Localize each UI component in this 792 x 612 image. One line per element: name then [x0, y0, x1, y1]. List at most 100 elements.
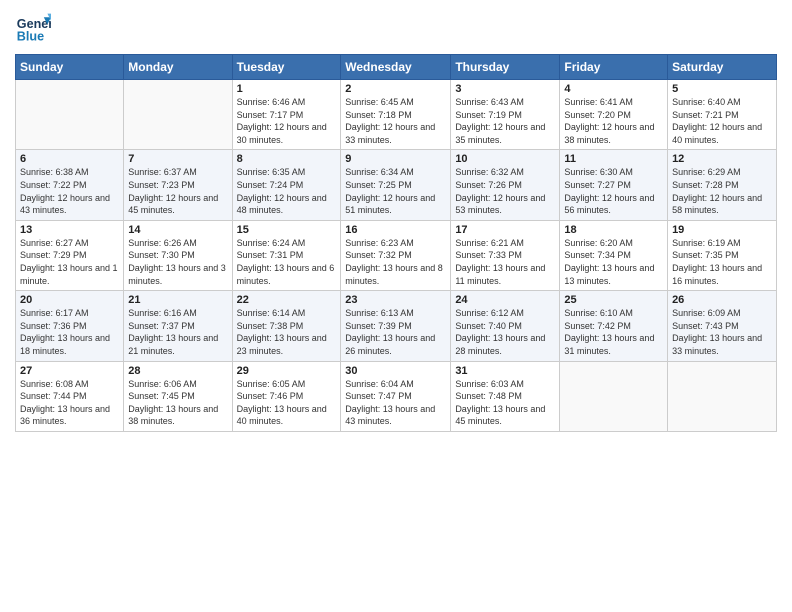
day-info: Sunrise: 6:37 AM Sunset: 7:23 PM Dayligh… [128, 166, 227, 216]
day-cell: 7Sunrise: 6:37 AM Sunset: 7:23 PM Daylig… [124, 150, 232, 220]
day-number: 13 [20, 224, 119, 236]
week-row-2: 6Sunrise: 6:38 AM Sunset: 7:22 PM Daylig… [16, 150, 777, 220]
day-number: 2 [345, 83, 446, 95]
day-info: Sunrise: 6:29 AM Sunset: 7:28 PM Dayligh… [672, 166, 772, 216]
day-number: 21 [128, 294, 227, 306]
day-cell: 10Sunrise: 6:32 AM Sunset: 7:26 PM Dayli… [451, 150, 560, 220]
day-info: Sunrise: 6:30 AM Sunset: 7:27 PM Dayligh… [564, 166, 663, 216]
weekday-header-tuesday: Tuesday [232, 55, 341, 80]
day-cell: 30Sunrise: 6:04 AM Sunset: 7:47 PM Dayli… [341, 361, 451, 431]
day-cell: 4Sunrise: 6:41 AM Sunset: 7:20 PM Daylig… [560, 80, 668, 150]
day-number: 18 [564, 224, 663, 236]
day-info: Sunrise: 6:08 AM Sunset: 7:44 PM Dayligh… [20, 378, 119, 428]
day-number: 30 [345, 365, 446, 377]
day-cell: 27Sunrise: 6:08 AM Sunset: 7:44 PM Dayli… [16, 361, 124, 431]
day-cell: 3Sunrise: 6:43 AM Sunset: 7:19 PM Daylig… [451, 80, 560, 150]
day-number: 28 [128, 365, 227, 377]
day-number: 4 [564, 83, 663, 95]
day-number: 20 [20, 294, 119, 306]
day-info: Sunrise: 6:23 AM Sunset: 7:32 PM Dayligh… [345, 237, 446, 287]
day-info: Sunrise: 6:27 AM Sunset: 7:29 PM Dayligh… [20, 237, 119, 287]
weekday-header-saturday: Saturday [668, 55, 777, 80]
weekday-header-friday: Friday [560, 55, 668, 80]
day-number: 31 [455, 365, 555, 377]
day-info: Sunrise: 6:35 AM Sunset: 7:24 PM Dayligh… [237, 166, 337, 216]
day-number: 22 [237, 294, 337, 306]
week-row-1: 1Sunrise: 6:46 AM Sunset: 7:17 PM Daylig… [16, 80, 777, 150]
weekday-header-thursday: Thursday [451, 55, 560, 80]
day-number: 29 [237, 365, 337, 377]
day-info: Sunrise: 6:16 AM Sunset: 7:37 PM Dayligh… [128, 307, 227, 357]
day-cell: 19Sunrise: 6:19 AM Sunset: 7:35 PM Dayli… [668, 220, 777, 290]
svg-text:Blue: Blue [17, 30, 44, 44]
day-number: 12 [672, 153, 772, 165]
day-number: 6 [20, 153, 119, 165]
day-cell: 9Sunrise: 6:34 AM Sunset: 7:25 PM Daylig… [341, 150, 451, 220]
day-info: Sunrise: 6:46 AM Sunset: 7:17 PM Dayligh… [237, 96, 337, 146]
day-cell: 11Sunrise: 6:30 AM Sunset: 7:27 PM Dayli… [560, 150, 668, 220]
day-info: Sunrise: 6:40 AM Sunset: 7:21 PM Dayligh… [672, 96, 772, 146]
day-cell [16, 80, 124, 150]
day-number: 8 [237, 153, 337, 165]
day-info: Sunrise: 6:45 AM Sunset: 7:18 PM Dayligh… [345, 96, 446, 146]
header: General Blue [15, 10, 777, 46]
day-cell: 18Sunrise: 6:20 AM Sunset: 7:34 PM Dayli… [560, 220, 668, 290]
day-cell: 14Sunrise: 6:26 AM Sunset: 7:30 PM Dayli… [124, 220, 232, 290]
weekday-header-wednesday: Wednesday [341, 55, 451, 80]
day-info: Sunrise: 6:19 AM Sunset: 7:35 PM Dayligh… [672, 237, 772, 287]
day-number: 23 [345, 294, 446, 306]
day-cell: 21Sunrise: 6:16 AM Sunset: 7:37 PM Dayli… [124, 291, 232, 361]
day-number: 19 [672, 224, 772, 236]
day-cell: 23Sunrise: 6:13 AM Sunset: 7:39 PM Dayli… [341, 291, 451, 361]
day-info: Sunrise: 6:38 AM Sunset: 7:22 PM Dayligh… [20, 166, 119, 216]
day-number: 5 [672, 83, 772, 95]
day-info: Sunrise: 6:05 AM Sunset: 7:46 PM Dayligh… [237, 378, 337, 428]
day-info: Sunrise: 6:26 AM Sunset: 7:30 PM Dayligh… [128, 237, 227, 287]
day-cell: 22Sunrise: 6:14 AM Sunset: 7:38 PM Dayli… [232, 291, 341, 361]
day-info: Sunrise: 6:20 AM Sunset: 7:34 PM Dayligh… [564, 237, 663, 287]
day-info: Sunrise: 6:09 AM Sunset: 7:43 PM Dayligh… [672, 307, 772, 357]
day-info: Sunrise: 6:04 AM Sunset: 7:47 PM Dayligh… [345, 378, 446, 428]
week-row-4: 20Sunrise: 6:17 AM Sunset: 7:36 PM Dayli… [16, 291, 777, 361]
day-number: 26 [672, 294, 772, 306]
day-info: Sunrise: 6:43 AM Sunset: 7:19 PM Dayligh… [455, 96, 555, 146]
day-cell: 12Sunrise: 6:29 AM Sunset: 7:28 PM Dayli… [668, 150, 777, 220]
day-info: Sunrise: 6:21 AM Sunset: 7:33 PM Dayligh… [455, 237, 555, 287]
day-info: Sunrise: 6:14 AM Sunset: 7:38 PM Dayligh… [237, 307, 337, 357]
day-info: Sunrise: 6:10 AM Sunset: 7:42 PM Dayligh… [564, 307, 663, 357]
day-cell [668, 361, 777, 431]
logo: General Blue [15, 10, 55, 46]
day-cell: 1Sunrise: 6:46 AM Sunset: 7:17 PM Daylig… [232, 80, 341, 150]
day-number: 25 [564, 294, 663, 306]
day-info: Sunrise: 6:03 AM Sunset: 7:48 PM Dayligh… [455, 378, 555, 428]
day-number: 15 [237, 224, 337, 236]
day-info: Sunrise: 6:12 AM Sunset: 7:40 PM Dayligh… [455, 307, 555, 357]
day-cell: 29Sunrise: 6:05 AM Sunset: 7:46 PM Dayli… [232, 361, 341, 431]
day-cell: 24Sunrise: 6:12 AM Sunset: 7:40 PM Dayli… [451, 291, 560, 361]
day-cell: 26Sunrise: 6:09 AM Sunset: 7:43 PM Dayli… [668, 291, 777, 361]
day-cell: 17Sunrise: 6:21 AM Sunset: 7:33 PM Dayli… [451, 220, 560, 290]
day-info: Sunrise: 6:13 AM Sunset: 7:39 PM Dayligh… [345, 307, 446, 357]
week-row-3: 13Sunrise: 6:27 AM Sunset: 7:29 PM Dayli… [16, 220, 777, 290]
day-info: Sunrise: 6:17 AM Sunset: 7:36 PM Dayligh… [20, 307, 119, 357]
day-info: Sunrise: 6:32 AM Sunset: 7:26 PM Dayligh… [455, 166, 555, 216]
day-info: Sunrise: 6:06 AM Sunset: 7:45 PM Dayligh… [128, 378, 227, 428]
logo-icon: General Blue [15, 10, 51, 46]
day-cell: 5Sunrise: 6:40 AM Sunset: 7:21 PM Daylig… [668, 80, 777, 150]
day-cell: 28Sunrise: 6:06 AM Sunset: 7:45 PM Dayli… [124, 361, 232, 431]
day-cell: 20Sunrise: 6:17 AM Sunset: 7:36 PM Dayli… [16, 291, 124, 361]
day-info: Sunrise: 6:34 AM Sunset: 7:25 PM Dayligh… [345, 166, 446, 216]
day-number: 27 [20, 365, 119, 377]
day-cell: 8Sunrise: 6:35 AM Sunset: 7:24 PM Daylig… [232, 150, 341, 220]
day-info: Sunrise: 6:41 AM Sunset: 7:20 PM Dayligh… [564, 96, 663, 146]
day-info: Sunrise: 6:24 AM Sunset: 7:31 PM Dayligh… [237, 237, 337, 287]
day-cell: 2Sunrise: 6:45 AM Sunset: 7:18 PM Daylig… [341, 80, 451, 150]
day-cell: 31Sunrise: 6:03 AM Sunset: 7:48 PM Dayli… [451, 361, 560, 431]
calendar-table: SundayMondayTuesdayWednesdayThursdayFrid… [15, 54, 777, 432]
day-number: 16 [345, 224, 446, 236]
day-number: 14 [128, 224, 227, 236]
day-number: 17 [455, 224, 555, 236]
day-cell: 16Sunrise: 6:23 AM Sunset: 7:32 PM Dayli… [341, 220, 451, 290]
weekday-header-row: SundayMondayTuesdayWednesdayThursdayFrid… [16, 55, 777, 80]
day-cell: 13Sunrise: 6:27 AM Sunset: 7:29 PM Dayli… [16, 220, 124, 290]
